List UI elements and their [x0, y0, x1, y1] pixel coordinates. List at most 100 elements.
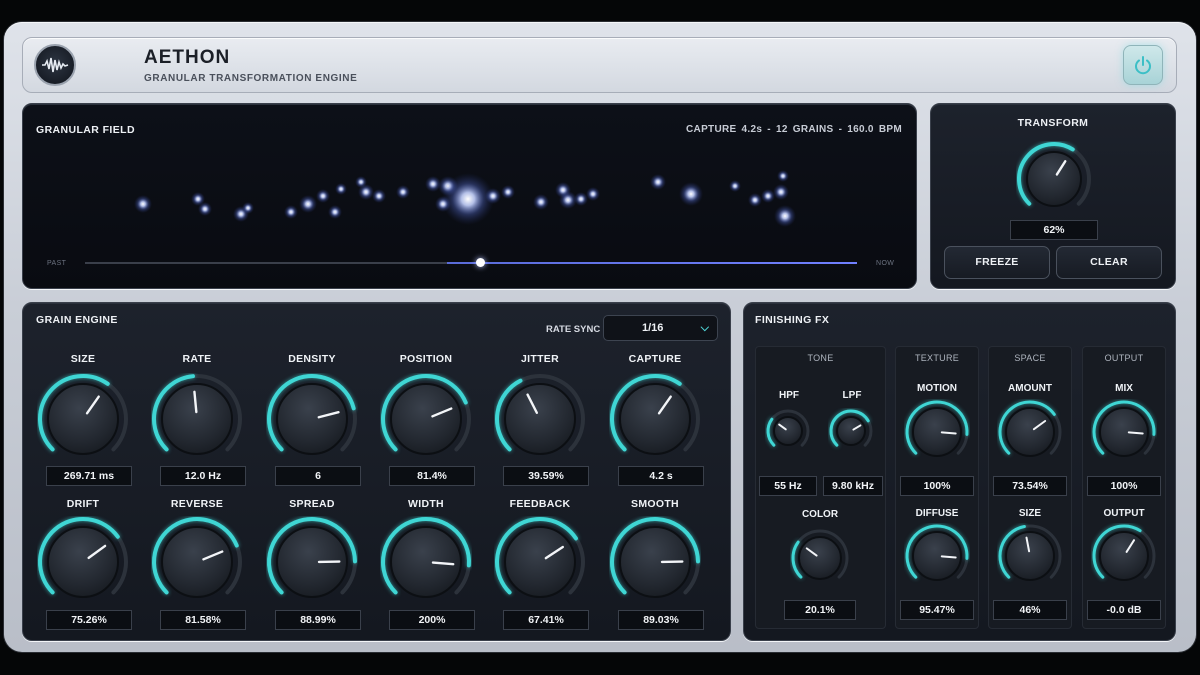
- grain-particle: [242, 202, 254, 214]
- amount-knob[interactable]: [997, 399, 1063, 465]
- rate-knob[interactable]: [151, 373, 243, 465]
- chevron-down-icon: ⌵: [700, 322, 709, 334]
- grain-particle: [198, 202, 212, 216]
- lpf-knob[interactable]: [828, 408, 874, 454]
- granular-field-panel: GRANULAR FIELD CAPTURE 4.2s - 12 GRAINS …: [22, 103, 917, 289]
- color-value: 20.1%: [784, 600, 856, 620]
- grain-particle: [316, 189, 330, 203]
- output-value: -0.0 dB: [1087, 600, 1161, 620]
- size-knob[interactable]: [37, 373, 129, 465]
- smooth-knob[interactable]: [609, 516, 701, 608]
- motion-label: MOTION: [917, 383, 957, 394]
- timeline-fill: [447, 262, 857, 264]
- waveform-icon: [34, 44, 76, 86]
- freeze-button[interactable]: FREEZE: [944, 246, 1050, 279]
- color-label: COLOR: [801, 509, 839, 520]
- power-button[interactable]: [1123, 45, 1163, 85]
- clear-button[interactable]: CLEAR: [1056, 246, 1162, 279]
- past-label: PAST: [47, 260, 67, 267]
- motion-value: 100%: [900, 476, 974, 496]
- mix-label: MIX: [1115, 383, 1133, 394]
- grain-particle: [574, 192, 588, 206]
- space-size-knob[interactable]: [997, 523, 1063, 589]
- rate-label: RATE: [182, 353, 212, 365]
- jitter-knob[interactable]: [494, 373, 586, 465]
- space-size-label: SIZE: [1018, 508, 1042, 519]
- lpf-value: 9.80 kHz: [823, 476, 883, 496]
- jitter-label: JITTER: [521, 353, 559, 365]
- drift-knob[interactable]: [37, 516, 129, 608]
- width-label: WIDTH: [408, 498, 444, 510]
- space-title: SPACE: [1014, 353, 1046, 363]
- spread-label: SPREAD: [289, 498, 335, 510]
- spread-value: 88.99%: [275, 610, 361, 630]
- hpf-value: 55 Hz: [759, 476, 817, 496]
- density-label: DENSITY: [288, 353, 336, 365]
- grain-particle: [650, 174, 666, 190]
- grain-particle: [435, 196, 451, 212]
- transform-value: 62%: [1010, 220, 1098, 240]
- rate-sync-value: 1/16: [642, 322, 664, 334]
- position-value: 81.4%: [389, 466, 475, 486]
- width-knob[interactable]: [380, 516, 472, 608]
- position-label: POSITION: [399, 353, 453, 365]
- transform-knob[interactable]: [1016, 141, 1092, 217]
- drift-label: DRIFT: [66, 498, 100, 510]
- output-knob[interactable]: [1091, 523, 1157, 589]
- grain-particle: [134, 195, 152, 213]
- diffuse-knob[interactable]: [904, 523, 970, 589]
- smooth-value: 89.03%: [618, 610, 704, 630]
- grain-particle: [328, 205, 342, 219]
- output-title: OUTPUT: [1104, 353, 1144, 363]
- size-value: 269.71 ms: [46, 466, 132, 486]
- grain-particle: [358, 184, 374, 200]
- grain-particle: [299, 195, 317, 213]
- position-knob[interactable]: [380, 373, 472, 465]
- diffuse-label: DIFFUSE: [915, 508, 959, 519]
- amount-label: AMOUNT: [1008, 383, 1052, 394]
- drift-value: 75.26%: [46, 610, 132, 630]
- finishing-fx-title: FINISHING FX: [755, 314, 830, 326]
- reverse-label: REVERSE: [170, 498, 224, 510]
- smooth-label: SMOOTH: [631, 498, 679, 510]
- finishing-fx-panel: FINISHING FX TONE TEXTURE SPACE OUTPUT H…: [743, 302, 1176, 641]
- grain-particle: [501, 185, 515, 199]
- mix-knob[interactable]: [1091, 399, 1157, 465]
- grain-particle: [777, 170, 789, 182]
- hpf-knob[interactable]: [765, 408, 811, 454]
- grain-particle: [774, 205, 796, 227]
- grain-particle: [748, 193, 762, 207]
- reverse-value: 81.58%: [160, 610, 246, 630]
- grain-particle: [761, 189, 775, 203]
- jitter-value: 39.59%: [503, 466, 589, 486]
- feedback-knob[interactable]: [494, 516, 586, 608]
- timeline-playhead[interactable]: [476, 258, 485, 267]
- motion-knob[interactable]: [904, 399, 970, 465]
- density-knob[interactable]: [266, 373, 358, 465]
- lpf-label: LPF: [842, 390, 862, 401]
- grain-particle: [372, 189, 386, 203]
- space-size-value: 46%: [993, 600, 1067, 620]
- capture-knob[interactable]: [609, 373, 701, 465]
- grain-particle: [485, 188, 501, 204]
- size-label: SIZE: [70, 353, 96, 365]
- grain-particle: [773, 184, 789, 200]
- feedback-value: 67.41%: [503, 610, 589, 630]
- spread-knob[interactable]: [266, 516, 358, 608]
- reverse-knob[interactable]: [151, 516, 243, 608]
- feedback-label: FEEDBACK: [509, 498, 571, 510]
- transform-title: TRANSFORM: [1017, 117, 1089, 129]
- grain-particle: [729, 180, 741, 192]
- mix-value: 100%: [1087, 476, 1161, 496]
- grain-particle: [533, 194, 549, 210]
- now-label: NOW: [876, 260, 895, 267]
- grain-engine-title: GRAIN ENGINE: [36, 314, 118, 326]
- app-subtitle: GRANULAR TRANSFORMATION ENGINE: [144, 73, 358, 84]
- amount-value: 73.54%: [993, 476, 1067, 496]
- rate-sync-select[interactable]: 1/16 ⌵: [603, 315, 718, 341]
- color-knob[interactable]: [790, 528, 850, 588]
- density-value: 6: [275, 466, 361, 486]
- grain-engine-panel: GRAIN ENGINE RATE SYNC 1/16 ⌵ SIZE 269.7…: [22, 302, 731, 641]
- capture-label: CAPTURE: [628, 353, 682, 365]
- transform-panel: TRANSFORM 62% FREEZE CLEAR: [930, 103, 1176, 289]
